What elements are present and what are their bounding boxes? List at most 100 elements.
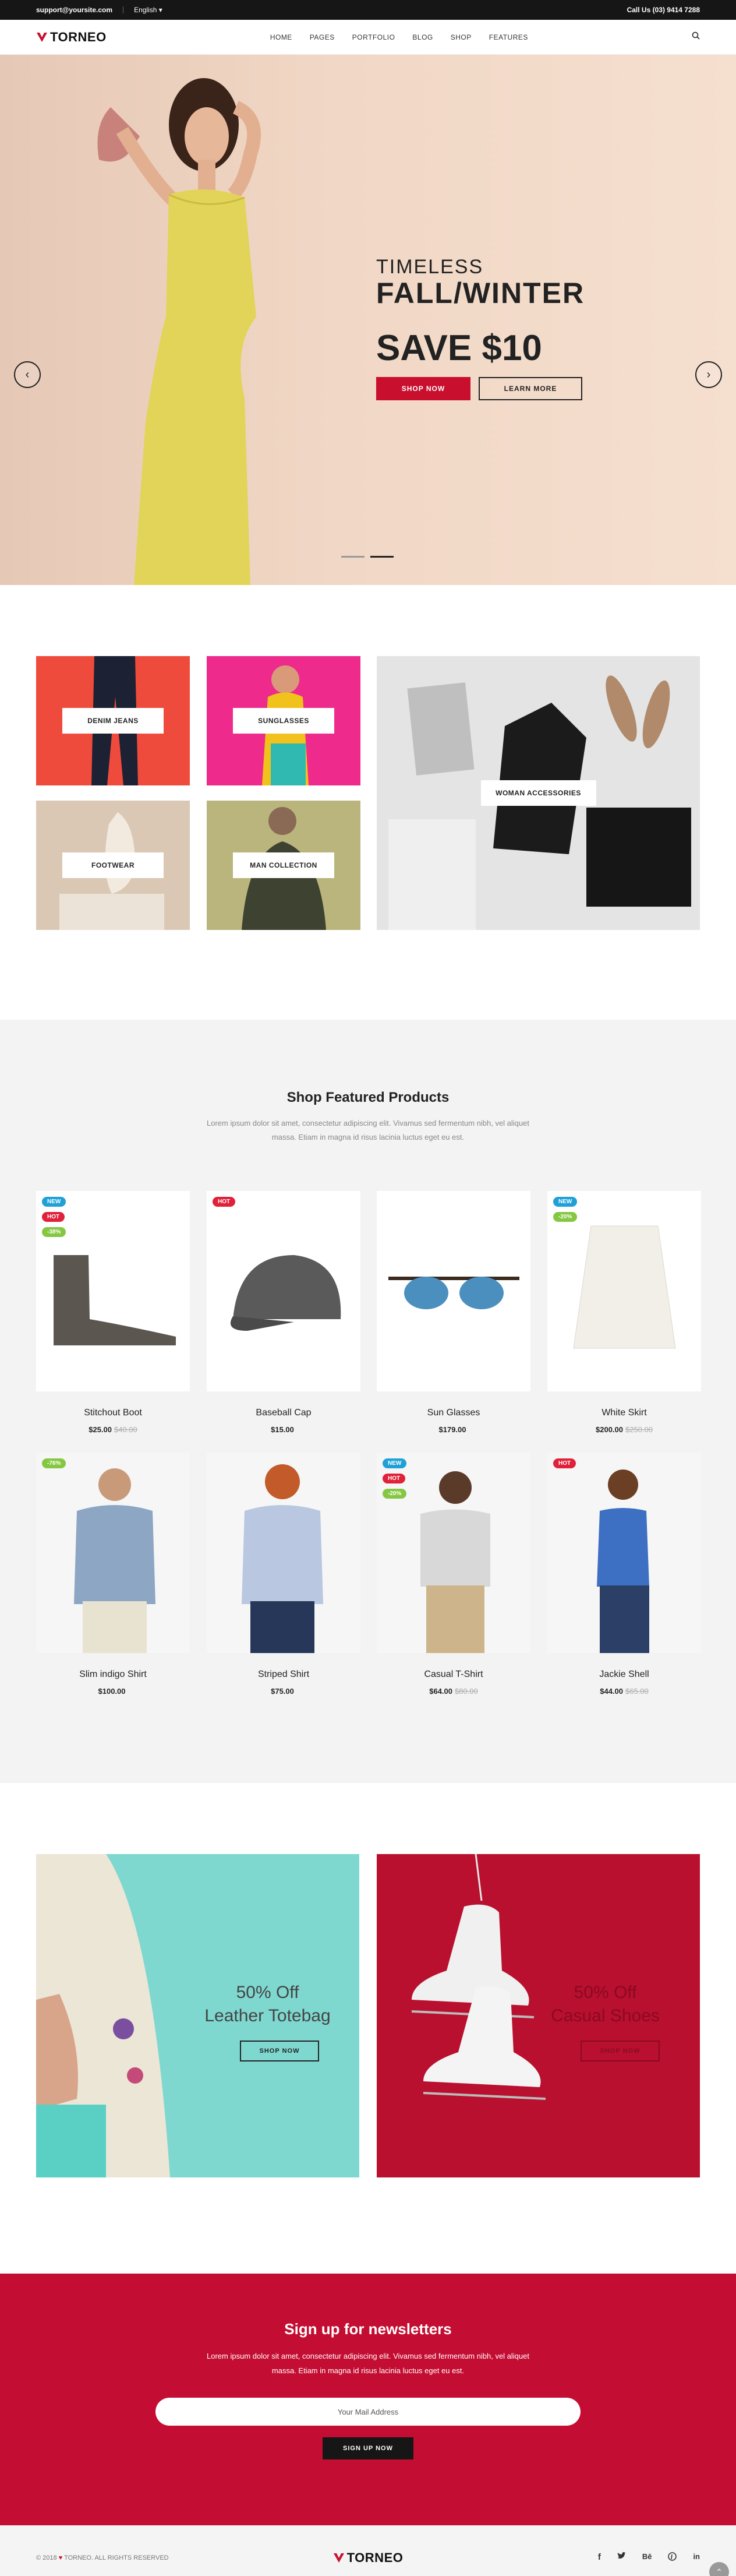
product-name[interactable]: Jackie Shell [547,1669,701,1680]
heart-icon: ♥ [58,2554,63,2561]
product-card[interactable]: NEW -20% White Skirt $200.00 $250.00 [547,1191,701,1434]
category-label: DENIM JEANS [62,708,164,734]
slider-pagination [341,556,394,558]
product-name[interactable]: Sun Glasses [377,1408,530,1418]
learn-more-button[interactable]: LEARN MORE [479,377,582,400]
new-badge: NEW [383,1458,407,1468]
pinterest-icon[interactable] [668,2552,677,2563]
chevron-up-icon: ⌃ [716,2567,723,2576]
social-links: f Bē in [525,2552,700,2563]
promo-shop-now-button[interactable]: SHOP NOW [581,2041,660,2061]
product-image[interactable]: HOT [207,1191,360,1391]
promo-shop-now-button[interactable]: SHOP NOW [240,2041,319,2061]
search-icon[interactable] [692,31,700,43]
email-field[interactable]: Your Mail Address [155,2398,581,2426]
twitter-icon[interactable] [617,2552,626,2563]
menu-item-blog[interactable]: BLOG [412,33,433,41]
language-selector[interactable]: English ▾ [134,6,162,14]
logo[interactable]: TORNEO [36,30,107,45]
menu-item-shop[interactable]: SHOP [451,33,472,41]
product-image[interactable]: -76% [36,1453,190,1653]
shop-now-button[interactable]: SHOP NOW [376,377,470,400]
new-badge: NEW [42,1197,66,1207]
chevron-right-icon: › [706,368,711,381]
product-image[interactable]: NEW HOT -20% [377,1453,530,1653]
product-image[interactable] [377,1191,530,1391]
promo-text: 50% Off Casual Shoes [551,1983,660,2025]
sign-up-button[interactable]: SIGN UP NOW [323,2437,413,2459]
slide-dot[interactable] [341,556,365,558]
product-name[interactable]: Slim indigo Shirt [36,1669,190,1680]
product-price: $75.00 [271,1687,294,1696]
slider-prev-button[interactable]: ‹ [14,361,41,388]
product-name[interactable]: Casual T-Shirt [377,1669,530,1680]
discount-badge: -20% [553,1212,578,1222]
product-price: $64.00 $80.00 [429,1687,478,1696]
product-name[interactable]: White Skirt [547,1408,701,1418]
product-image[interactable] [207,1453,360,1653]
product-price: $179.00 [438,1425,466,1434]
new-badge: NEW [553,1197,578,1207]
product-name[interactable]: Striped Shirt [207,1669,360,1680]
menu-item-home[interactable]: HOME [270,33,292,41]
product-price: $200.00 $250.00 [596,1425,653,1434]
product-card[interactable]: HOT Baseball Cap $15.00 [207,1191,360,1434]
product-name[interactable]: Stitchout Boot [36,1408,190,1418]
product-price: $15.00 [271,1425,294,1434]
product-name[interactable]: Baseball Cap [207,1408,360,1418]
product-image[interactable]: NEW HOT -38% [36,1191,190,1391]
product-card[interactable]: Sun Glasses $179.00 [377,1191,530,1434]
product-image[interactable]: HOT [547,1453,701,1653]
promo-section: 50% Off Leather Totebag SHOP NOW 50% Off… [0,1783,736,2274]
product-image[interactable]: NEW -20% [547,1191,701,1391]
top-bar: support@yoursite.com English ▾ Call Us (… [0,0,736,20]
category-denim-jeans[interactable]: DENIM JEANS [36,656,190,785]
behance-icon[interactable]: Bē [642,2552,652,2563]
category-woman-accessories[interactable]: WOMAN ACCESSORIES [377,656,700,930]
slide-dot-active[interactable] [370,556,394,558]
category-sunglasses[interactable]: SUNGLASSES [207,656,360,785]
hot-badge: HOT [553,1458,576,1468]
discount-badge: -76% [42,1458,66,1468]
footer-logo[interactable]: TORNEO [333,2550,404,2566]
footer: © 2018 ♥ TORNEO. ALL RIGHTS RESERVED TOR… [0,2525,736,2576]
hot-badge: HOT [383,1474,406,1483]
product-card[interactable]: Striped Shirt $75.00 [207,1453,360,1696]
main-header: TORNEO HOME PAGES PORTFOLIO BLOG SHOP FE… [0,20,736,55]
hero-subtitle: TIMELESS [376,256,484,278]
product-card[interactable]: -76% Slim indigo Shirt $100.00 [36,1453,190,1696]
promo-banner-casual-shoes[interactable]: 50% Off Casual Shoes SHOP NOW [377,1854,700,2177]
discount-badge: -38% [42,1227,66,1237]
category-label: FOOTWEAR [62,852,164,878]
hot-badge: HOT [213,1197,236,1207]
linkedin-icon[interactable]: in [693,2552,700,2563]
hero-model-image [97,78,261,585]
product-card[interactable]: HOT Jackie Shell $44.00 $65.00 [547,1453,701,1696]
logo-mark-icon [333,2553,344,2563]
section-description: Lorem ipsum dolor sit amet, consectetur … [207,1119,529,1141]
hero-text: TIMELESS FALL/WINTER SAVE $10 SHOP NOW L… [376,256,585,400]
copyright: © 2018 ♥ TORNEO. ALL RIGHTS RESERVED [36,2554,169,2561]
scroll-to-top-button[interactable]: ⌃ [709,2562,729,2576]
category-footwear[interactable]: FOOTWEAR [36,801,190,930]
product-card[interactable]: NEW HOT -38% Stitchout Boot $25.00 $40.00 [36,1191,190,1434]
featured-products-section: Shop Featured Products Lorem ipsum dolor… [0,1020,736,1783]
product-price: $100.00 [98,1687,126,1696]
facebook-icon[interactable]: f [598,2552,601,2563]
menu-item-portfolio[interactable]: PORTFOLIO [352,33,395,41]
product-price: $44.00 $65.00 [600,1687,649,1696]
slider-next-button[interactable]: › [695,361,722,388]
category-label: SUNGLASSES [233,708,334,734]
logo-mark-icon [37,32,47,42]
promo-banner-totebag[interactable]: 50% Off Leather Totebag SHOP NOW [36,1854,359,2177]
category-section: DENIM JEANS SUNGLASSES WOMAN ACCESSORIES… [0,585,736,1020]
support-email[interactable]: support@yoursite.com [36,6,112,14]
category-man-collection[interactable]: MAN COLLECTION [207,801,360,930]
menu-item-features[interactable]: FEATURES [489,33,528,41]
hero-slider: TIMELESS FALL/WINTER SAVE $10 SHOP NOW L… [0,55,736,585]
menu-item-pages[interactable]: PAGES [310,33,335,41]
newsletter-description: Lorem ipsum dolor sit amet, consectetur … [207,2352,529,2375]
hot-badge: HOT [42,1212,65,1222]
product-card[interactable]: NEW HOT -20% Casual T-Shirt $64.00 $80.00 [377,1453,530,1696]
section-title: Shop Featured Products [286,1090,450,1105]
